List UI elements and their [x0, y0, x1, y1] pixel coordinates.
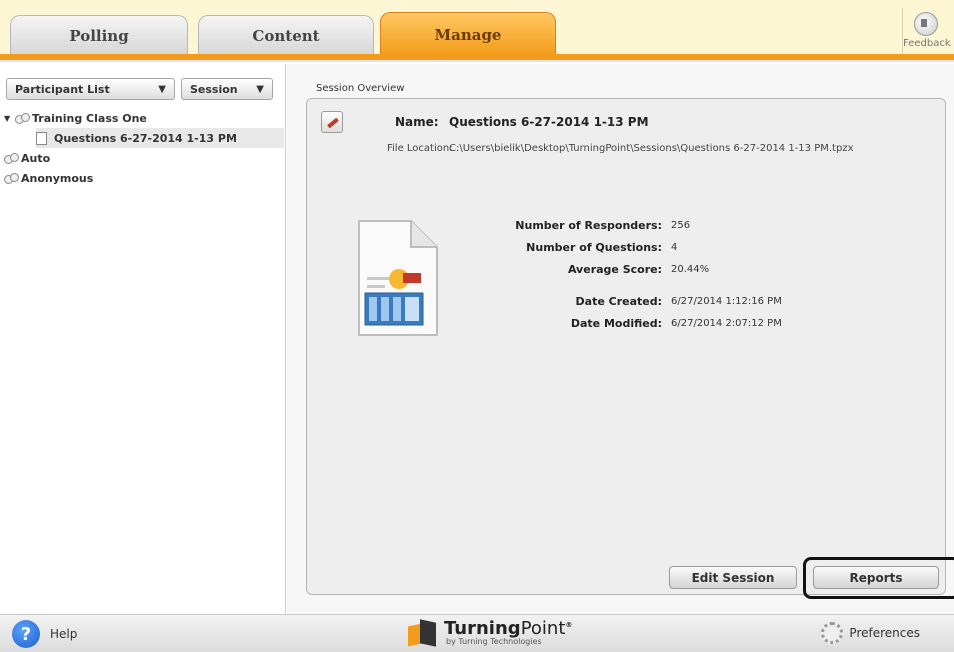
participant-tree: ▼ Training Class One Questions 6-27-2014…: [4, 108, 284, 188]
brand-bold: Turning: [444, 618, 521, 639]
group-icon: [4, 152, 19, 164]
document-icon: [36, 131, 47, 145]
questions-label: Number of Questions:: [526, 241, 662, 254]
tree-item-label: Questions 6-27-2014 1-13 PM: [54, 131, 237, 145]
group-icon: [4, 172, 19, 184]
session-name: Questions 6-27-2014 1-13 PM: [449, 115, 649, 129]
expand-triangle-icon[interactable]: ▼: [4, 114, 12, 123]
tree-item-session[interactable]: Questions 6-27-2014 1-13 PM: [36, 128, 284, 148]
brand-mark: ®: [565, 621, 573, 629]
turningpoint-logo-icon: [408, 619, 438, 647]
help-button[interactable]: ? Help: [12, 620, 77, 648]
help-label: Help: [50, 627, 78, 641]
turningpoint-logo: TurningPoint® by Turning Technologies: [408, 619, 572, 647]
session-dropdown[interactable]: Session ▼: [181, 78, 273, 100]
tab-content[interactable]: Content: [198, 15, 374, 55]
responders-label: Number of Responders:: [515, 219, 662, 232]
date-created-value: 6/27/2014 1:12:16 PM: [671, 296, 782, 307]
participant-list-dropdown[interactable]: Participant List ▼: [6, 78, 175, 100]
preferences-button[interactable]: Preferences: [821, 622, 920, 644]
group-icon: [15, 112, 30, 124]
tree-item-label: Anonymous: [21, 171, 94, 185]
file-location-label: File Location:: [387, 143, 453, 154]
speaker-icon: [913, 12, 938, 36]
chevron-down-icon: ▼: [158, 83, 166, 95]
preferences-label: Preferences: [849, 626, 920, 640]
active-tab-strip: [0, 54, 954, 62]
feedback-label: Feedback: [903, 38, 951, 49]
session-overview-label: Session Overview: [316, 83, 405, 94]
edit-session-button[interactable]: Edit Session: [669, 566, 797, 589]
brand-subtitle: by Turning Technologies: [446, 637, 542, 646]
date-created-label: Date Created:: [575, 295, 662, 308]
reports-highlight-outline: [803, 557, 954, 599]
footer-bar: ? Help TurningPoint® by Turning Technolo…: [0, 614, 954, 652]
participant-list-dropdown-label: Participant List: [15, 82, 110, 96]
left-panel: Participant List ▼ Session ▼ ▼ Training …: [0, 64, 286, 614]
session-file-icon: [358, 220, 438, 336]
tree-item-auto[interactable]: Auto: [4, 148, 284, 168]
file-location-value: C:\Users\bielik\Desktop\TurningPoint\Ses…: [449, 143, 854, 154]
top-tab-band: Polling Content Manage Feedback: [0, 0, 954, 62]
brand-regular: Point: [520, 618, 566, 639]
tab-polling[interactable]: Polling: [10, 15, 188, 55]
date-modified-value: 6/27/2014 2:07:12 PM: [671, 318, 782, 329]
chevron-down-icon: ▼: [256, 83, 264, 95]
gear-icon: [821, 622, 844, 644]
tree-item-label: Training Class One: [32, 111, 147, 125]
main-panel: Session Overview Name: Questions 6-27-20…: [287, 64, 954, 614]
left-dropdown-row: Participant List ▼ Session ▼: [6, 78, 273, 100]
tab-manage[interactable]: Manage: [380, 12, 556, 56]
edit-pencil-icon[interactable]: [321, 111, 343, 133]
name-label: Name:: [395, 115, 439, 129]
responders-value: 256: [671, 220, 691, 231]
tree-item-anonymous[interactable]: Anonymous: [4, 168, 284, 188]
average-score-label: Average Score:: [567, 263, 662, 276]
help-icon: ?: [12, 620, 40, 648]
session-dropdown-label: Session: [190, 82, 238, 96]
session-overview-card: Name: Questions 6-27-2014 1-13 PM File L…: [306, 98, 954, 599]
date-modified-label: Date Modified:: [570, 317, 662, 330]
turningpoint-wordmark: TurningPoint® by Turning Technologies: [444, 620, 572, 646]
average-score-value: 20.44%: [671, 264, 710, 275]
feedback-button[interactable]: Feedback: [902, 8, 951, 54]
tree-item-label: Auto: [21, 151, 51, 165]
tree-item-training-class[interactable]: ▼ Training Class One: [4, 108, 284, 128]
questions-value: 4: [671, 242, 678, 253]
